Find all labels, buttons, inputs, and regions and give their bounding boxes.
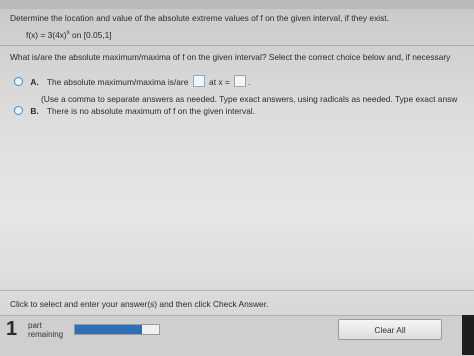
part-label: part xyxy=(28,321,42,330)
progress-bar xyxy=(74,324,160,335)
instruction-text: Click to select and enter your answer(s)… xyxy=(10,299,269,309)
question-text: Determine the location and value of the … xyxy=(10,13,389,23)
option-a-letter: A. xyxy=(30,77,39,87)
option-b-letter: B. xyxy=(30,106,39,116)
option-a-text: The absolute maximum/maxima is/are xyxy=(46,77,189,87)
top-bar xyxy=(0,0,474,9)
option-a-instructions: (Use a comma to separate answers as need… xyxy=(41,94,458,104)
option-a-radio[interactable] xyxy=(14,77,23,86)
option-b-radio[interactable] xyxy=(14,106,23,115)
window-edge xyxy=(462,315,474,355)
option-a[interactable]: A. The absolute maximum/maxima is/are at… xyxy=(14,75,250,87)
parts-remaining-label: part remaining xyxy=(28,321,63,339)
x-location-input[interactable] xyxy=(234,75,247,87)
option-b[interactable]: B. There is no absolute maximum of f on … xyxy=(14,106,255,116)
option-b-text: There is no absolute maximum of f on the… xyxy=(46,106,255,116)
function-expression: f(x) = 3(4x)x on [0.05,1] xyxy=(26,30,112,40)
function-prefix: f(x) = 3(4x) xyxy=(26,30,67,40)
function-interval: on [0.05,1] xyxy=(69,30,112,40)
maxima-value-input[interactable] xyxy=(192,75,205,87)
progress-fill xyxy=(75,325,143,334)
remaining-label: remaining xyxy=(28,330,64,339)
parts-remaining-count: 1 xyxy=(6,318,18,340)
divider xyxy=(0,290,474,291)
option-a-period: . xyxy=(248,77,251,87)
sub-question-prompt: What is/are the absolute maximum/maxima … xyxy=(10,52,451,62)
option-a-at-label: at x = xyxy=(209,77,230,87)
divider xyxy=(0,45,474,46)
clear-all-button[interactable]: Clear All xyxy=(338,319,442,340)
